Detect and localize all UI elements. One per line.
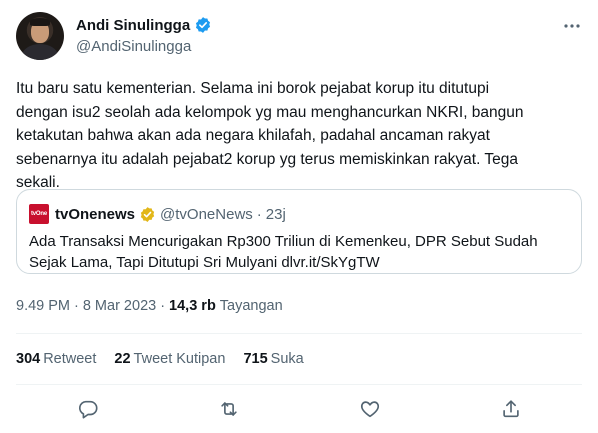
views-count: 14,3 rb — [169, 298, 216, 314]
like-button[interactable] — [357, 396, 383, 422]
divider — [16, 384, 582, 385]
quote-timestamp: 23j — [265, 205, 286, 223]
tweet: Andi Sinulingga @AndiSinulingga Itu baru… — [0, 0, 598, 433]
retweets-stat[interactable]: 304 Retweet — [16, 351, 96, 367]
author-name-row: Andi Sinulingga — [76, 16, 212, 34]
quote-author-name: tvOnenews — [55, 205, 136, 223]
more-icon — [564, 24, 580, 28]
quotes-label: Tweet Kutipan — [133, 351, 226, 367]
reply-icon — [79, 400, 98, 419]
share-icon — [503, 400, 519, 418]
tweet-time[interactable]: 9.49 PM — [16, 298, 70, 314]
quote-text: Ada Transaksi Mencurigakan Rp300 Triliun… — [29, 233, 538, 271]
quotes-stat[interactable]: 22 Tweet Kutipan — [114, 351, 225, 367]
avatar[interactable] — [16, 12, 64, 60]
divider — [16, 333, 582, 334]
likes-count: 715 — [243, 351, 268, 367]
meta-separator: · — [160, 298, 166, 314]
heart-icon — [360, 401, 380, 418]
action-bar — [0, 396, 598, 424]
retweets-label: Retweet — [43, 351, 97, 367]
verified-badge-icon — [196, 17, 211, 33]
engagement-stats: 304 Retweet 22 Tweet Kutipan 715 Suka — [16, 351, 304, 367]
views-label: Tayangan — [219, 298, 283, 314]
reply-button[interactable] — [75, 396, 101, 422]
author-handle[interactable]: @AndiSinulingga — [76, 38, 191, 55]
quote-tweet-card[interactable]: tvOne tvOnenews @tvOneNews · 23j Ada Tra… — [16, 189, 582, 274]
share-button[interactable] — [498, 396, 524, 422]
tweet-text: Itu baru satu kementerian. Selama ini bo… — [16, 80, 524, 191]
quote-separator: · — [256, 205, 262, 223]
meta-separator: · — [74, 298, 79, 314]
verified-gold-badge-icon — [140, 206, 155, 222]
author-display-name[interactable]: Andi Sinulingga — [76, 17, 190, 34]
retweet-button[interactable] — [216, 396, 242, 422]
likes-stat[interactable]: 715 Suka — [243, 351, 303, 367]
retweets-count: 304 — [16, 351, 41, 367]
tweet-meta: 9.49 PM · 8 Mar 2023 · 14,3 rb Tayangan — [16, 298, 283, 314]
tweet-date[interactable]: 8 Mar 2023 — [83, 298, 156, 314]
likes-label: Suka — [270, 351, 304, 367]
quote-author-handle: @tvOneNews — [160, 205, 253, 223]
retweet-icon — [221, 402, 237, 416]
quote-header: tvOne tvOnenews @tvOneNews · 23j — [29, 204, 286, 224]
quotes-count: 22 — [114, 351, 131, 367]
quote-avatar: tvOne — [29, 204, 49, 224]
more-button[interactable] — [562, 16, 582, 36]
